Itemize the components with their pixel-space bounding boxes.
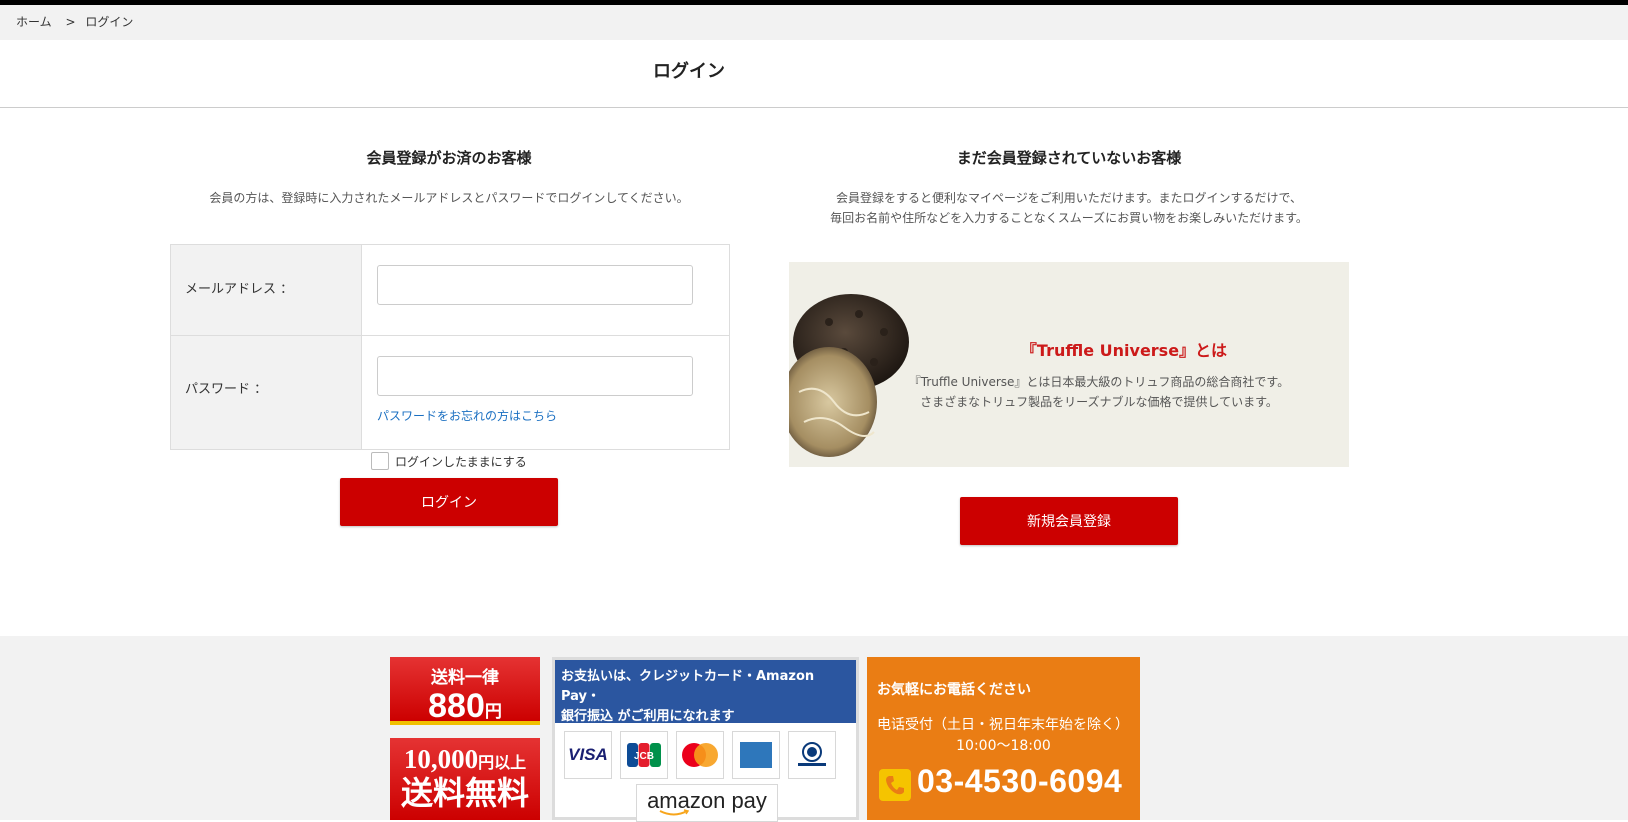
flat-price-value: 880 xyxy=(428,687,485,725)
svg-text:JCB: JCB xyxy=(634,751,654,762)
promo-title: 『Truffle Universe』とは xyxy=(1020,341,1228,360)
email-row: メールアドレス ： xyxy=(171,245,729,336)
phone-contact-panel: お気軽にお電話ください 电话受付（土日・祝日年末年始を除く） 10:00〜18:… xyxy=(867,657,1140,820)
jcb-icon: JCB xyxy=(620,731,668,779)
diners-club-icon xyxy=(788,731,836,779)
amazon-smile-icon xyxy=(659,809,689,816)
email-field[interactable] xyxy=(377,265,693,305)
truffle-promo-banner: 『Truffle Universe』とは 『Truffle Universe』と… xyxy=(789,262,1349,467)
login-heading: 会員登録がお済のお客様 xyxy=(366,149,532,167)
free-threshold-value: 10,000 xyxy=(403,744,479,774)
flat-price-unit: 円 xyxy=(484,702,502,721)
free-shipping-banner: 10,000円以上 送料無料 xyxy=(390,738,540,820)
diners-icon-graphic xyxy=(798,742,826,766)
login-section: 会員登録がお済のお客様 会員の方は、登録時に入力されたメールアドレスとパスワード… xyxy=(170,108,730,526)
password-label: パスワード ： xyxy=(171,336,362,449)
checkbox-box[interactable] xyxy=(371,452,389,470)
register-description-line2: 毎回お名前や住所などを入力することなくスムーズにお買い物をお楽しみいただけます。 xyxy=(830,211,1308,225)
register-section: まだ会員登録されていないお客様 会員登録をすると便利なマイページをご利用いただけ… xyxy=(789,108,1349,545)
payment-heading: お支払いは、クレジットカード・Amazon Pay・ 銀行振込 がご利用になれま… xyxy=(555,660,856,724)
page-title: ログイン xyxy=(0,40,1628,108)
remember-me-label: ログインしたままにする xyxy=(395,454,527,469)
jcb-icon-graphic: JCB xyxy=(627,743,661,767)
promo-line1: 『Truffle Universe』とは日本最大級のトリュフ商品の総合商社です。 xyxy=(908,375,1290,389)
email-label: メールアドレス ： xyxy=(171,245,362,335)
register-description-line1: 会員登録をすると便利なマイページをご利用いただけます。またログインするだけで、 xyxy=(835,191,1303,205)
login-description: 会員の方は、登録時に入力されたメールアドレスとパスワードでログインしてください。 xyxy=(209,191,689,205)
mastercard-icon-graphic xyxy=(682,743,718,767)
register-button[interactable]: 新規会員登録 xyxy=(960,497,1178,545)
free-shipping-threshold: 10,000円以上 xyxy=(390,744,540,775)
breadcrumb-current: ログイン xyxy=(85,15,134,29)
breadcrumb-home-link[interactable]: ホーム xyxy=(16,15,52,29)
promo-line2: さまざまなトリュフ製品をリーズナブルな価格で提供しています。 xyxy=(920,395,1278,409)
payment-heading-line1: お支払いは、クレジットカード・Amazon Pay・ xyxy=(561,669,815,704)
remember-me-checkbox[interactable]: ログインしたままにする xyxy=(371,452,527,470)
card-logos: VISA JCB xyxy=(555,723,856,779)
password-row: パスワード ： パスワードをお忘れの方はこちら xyxy=(171,336,729,449)
flat-shipping-price: 880円 xyxy=(390,688,540,730)
phone-number[interactable]: 03-4530-6094 xyxy=(917,763,1122,800)
register-description: 会員登録をすると便利なマイページをご利用いただけます。またログインするだけで、 … xyxy=(789,188,1349,228)
forgot-password-link[interactable]: パスワードをお忘れの方はこちら xyxy=(377,407,557,424)
amazon-pay-icon: amazon pay xyxy=(636,784,778,822)
phone-handset-icon xyxy=(886,776,904,795)
register-heading: まだ会員登録されていないお客様 xyxy=(956,149,1182,167)
password-field[interactable] xyxy=(377,356,693,396)
visa-icon-text: VISA xyxy=(568,745,608,764)
phone-hours: 10:00〜18:00 xyxy=(956,738,1051,754)
flat-shipping-label: 送料一律 xyxy=(431,668,499,688)
visa-icon: VISA xyxy=(564,731,612,779)
phone-heading: お気軽にお電話ください xyxy=(877,682,1031,698)
breadcrumb: ホーム > ログイン xyxy=(0,5,1628,40)
amex-icon-graphic xyxy=(740,742,772,768)
footer: 送料一律 880円 10,000円以上 送料無料 お支払いは、クレジットカード・… xyxy=(0,636,1628,822)
login-button[interactable]: ログイン xyxy=(340,478,558,526)
promo-text: 『Truffle Universe』とは日本最大級のトリュフ商品の総合商社です。… xyxy=(849,372,1349,412)
phone-hours-note: 电话受付（土日・祝日年末年始を除く） xyxy=(877,717,1129,733)
flat-shipping-banner: 送料一律 880円 xyxy=(390,657,540,725)
free-threshold-unit: 円以上 xyxy=(478,755,527,772)
login-form-table: メールアドレス ： パスワード ： パスワードをお忘れの方はこちら xyxy=(170,244,730,450)
payment-methods-panel: お支払いは、クレジットカード・Amazon Pay・ 銀行振込 がご利用になれま… xyxy=(552,657,859,822)
amex-icon xyxy=(732,731,780,779)
breadcrumb-separator: > xyxy=(65,15,76,29)
free-shipping-label: 送料無料 xyxy=(400,775,529,811)
phone-icon xyxy=(879,769,911,801)
mastercard-icon xyxy=(676,731,724,779)
